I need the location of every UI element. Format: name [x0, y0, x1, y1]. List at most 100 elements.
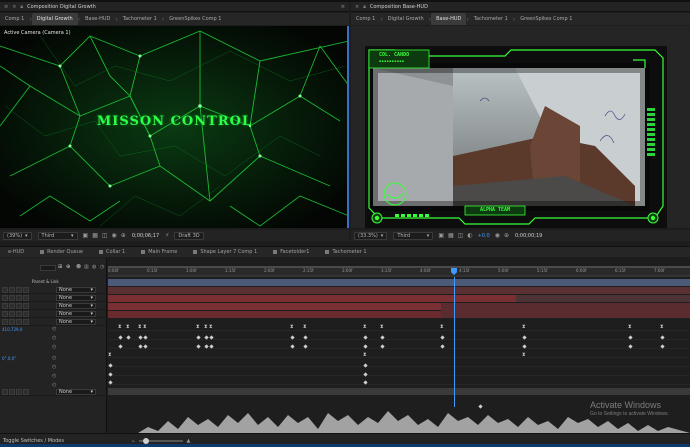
- layer-bar[interactable]: [108, 388, 690, 395]
- left-composition-viewer[interactable]: Active Camera (Camera 1) MISSON CONTROL: [0, 26, 349, 228]
- tab-greenspikes[interactable]: GreenSpikes Comp 1: [515, 13, 577, 25]
- close-icon[interactable]: ×: [12, 4, 16, 10]
- region-icon[interactable]: ▣: [83, 232, 89, 239]
- mask-icon[interactable]: ◫: [102, 232, 108, 239]
- transparency-grid-icon[interactable]: ▦: [92, 232, 98, 239]
- lock-icon[interactable]: 🔒︎: [20, 4, 23, 10]
- draft-3d-icon[interactable]: ⊕: [66, 264, 70, 270]
- keyframe[interactable]: ⧗: [628, 325, 632, 330]
- tab-digital-growth[interactable]: Digital Growth: [383, 13, 429, 25]
- menu-icon[interactable]: ≡: [4, 4, 8, 10]
- keyframe[interactable]: ⧗: [363, 325, 367, 330]
- tab-facetolder1[interactable]: Facetolder1: [265, 249, 317, 255]
- keyframe[interactable]: ⧗: [138, 325, 142, 330]
- shy-icon[interactable]: ☻: [76, 264, 81, 270]
- resolution-dropdown[interactable]: Third ▾: [393, 231, 434, 240]
- left-timecode[interactable]: 0;00;06;17: [132, 233, 159, 239]
- parent-dropdown[interactable]: None ▾: [56, 310, 96, 317]
- slider-thumb[interactable]: [142, 437, 149, 444]
- tab-tachometer-1[interactable]: Tachometer 1: [118, 13, 162, 25]
- layer-row[interactable]: None ▾: [0, 318, 107, 326]
- stopwatch-icon[interactable]: ◴: [52, 335, 56, 341]
- zoom-in-icon[interactable]: ▲: [187, 438, 191, 444]
- timeline-search[interactable]: [40, 265, 56, 271]
- parent-dropdown[interactable]: None ▾: [56, 286, 96, 293]
- layer-row[interactable]: None ▾: [0, 286, 107, 294]
- parent-dropdown[interactable]: None ▾: [56, 302, 96, 309]
- rotation-value[interactable]: 0°,0,0°: [2, 356, 16, 361]
- keyframe[interactable]: ⧗: [522, 353, 526, 358]
- tab-base-hud[interactable]: Base-HUD: [80, 13, 115, 25]
- tab-base-hud-timeline[interactable]: e-HUD: [0, 249, 32, 255]
- tab-greenspikes[interactable]: GreenSpikes Comp 1: [164, 13, 226, 25]
- keyframe[interactable]: ⧗: [380, 325, 384, 330]
- tab-base-hud[interactable]: Base-HUD: [431, 13, 467, 25]
- layer-row[interactable]: None ▾: [0, 310, 107, 318]
- stopwatch-icon[interactable]: ◴: [52, 326, 56, 332]
- keyframe[interactable]: ⧗: [522, 325, 526, 330]
- playhead-line[interactable]: [454, 277, 455, 407]
- tab-digital-growth[interactable]: Digital Growth: [31, 13, 78, 25]
- region-icon[interactable]: ▣: [438, 232, 444, 239]
- zoom-dropdown[interactable]: (39%) ▾: [3, 231, 32, 240]
- renderer-dropdown[interactable]: Draft 3D: [174, 231, 204, 240]
- keyframe[interactable]: ⧗: [126, 325, 130, 330]
- right-composition-viewer[interactable]: COL. CANDO ▪▪▪▪▪▪▪▪▪▪ ALPHA TEAM: [351, 26, 690, 228]
- tab-tachometer-1-timeline[interactable]: Tachometer 1: [317, 249, 374, 255]
- position-value[interactable]: 410,729,0: [2, 327, 22, 332]
- stopwatch-icon[interactable]: ◴: [52, 364, 56, 370]
- keyframe[interactable]: ⧗: [204, 325, 208, 330]
- lock-icon[interactable]: 🔒︎: [363, 4, 366, 10]
- keyframe[interactable]: ⧗: [118, 325, 122, 330]
- comp-flowchart-icon[interactable]: ⊞: [58, 264, 62, 270]
- layer-row[interactable]: None ▾: [0, 302, 107, 310]
- keyframe[interactable]: ⧗: [196, 325, 200, 330]
- layer-bar[interactable]: [108, 279, 690, 286]
- show-channel-icon[interactable]: ⊕: [121, 232, 126, 239]
- graph-editor-icon[interactable]: ◷: [100, 264, 104, 270]
- tab-tachometer-1[interactable]: Tachometer 1: [469, 13, 513, 25]
- frame-blend-icon[interactable]: ▥: [84, 264, 89, 270]
- parent-dropdown[interactable]: None ▾: [56, 318, 96, 325]
- keyframe[interactable]: ⧗: [303, 325, 307, 330]
- camera-snapshot-icon[interactable]: ◉: [495, 232, 500, 239]
- parent-dropdown[interactable]: None ▾: [56, 388, 96, 395]
- color-management-icon[interactable]: ◐: [467, 232, 472, 239]
- right-timecode[interactable]: 0;00;00;19: [515, 233, 542, 239]
- fast-preview-icon[interactable]: ⚡︎: [165, 232, 169, 239]
- transparency-grid-icon[interactable]: ▦: [448, 232, 454, 239]
- keyframe[interactable]: ⧗: [108, 353, 112, 358]
- layer-row[interactable]: None ▾: [0, 388, 107, 396]
- toggle-switches-modes[interactable]: Toggle Switches / Modes: [3, 438, 64, 444]
- timeline-zoom-slider[interactable]: [138, 437, 183, 444]
- close-icon[interactable]: ×: [355, 4, 359, 10]
- tab-main-frame[interactable]: Main Frame: [133, 249, 185, 255]
- zoom-dropdown[interactable]: (33.3%) ▾: [354, 231, 388, 240]
- keyframe[interactable]: ⧗: [290, 325, 294, 330]
- stopwatch-icon[interactable]: ◴: [52, 344, 56, 350]
- mask-icon[interactable]: ◫: [458, 232, 464, 239]
- stopwatch-icon[interactable]: ◴: [52, 355, 56, 361]
- layer-row[interactable]: None ▾: [0, 294, 107, 302]
- zoom-out-icon[interactable]: ▵: [132, 438, 135, 444]
- show-channel-icon[interactable]: ⊕: [504, 232, 509, 239]
- camera-snapshot-icon[interactable]: ◉: [112, 232, 117, 239]
- keyframe[interactable]: ⧗: [209, 325, 213, 330]
- stopwatch-icon[interactable]: ◴: [52, 373, 56, 379]
- keyframe[interactable]: ⧗: [660, 325, 664, 330]
- tab-comp-1[interactable]: Comp 1: [0, 13, 29, 25]
- motion-blur-icon[interactable]: ◍: [92, 264, 96, 270]
- tab-render-queue[interactable]: Render Queue: [32, 249, 91, 255]
- layer-bar[interactable]: [108, 287, 690, 294]
- parent-dropdown[interactable]: None ▾: [56, 294, 96, 301]
- tab-collar-1[interactable]: Collar 1: [91, 249, 133, 255]
- exposure-value[interactable]: +0.0: [478, 233, 490, 239]
- resolution-dropdown[interactable]: Third ▾: [37, 231, 78, 240]
- keyframe[interactable]: ⧗: [363, 353, 367, 358]
- panel-menu-icon[interactable]: ≡: [341, 4, 345, 10]
- keyframe[interactable]: ⧗: [440, 325, 444, 330]
- keyframe[interactable]: ⧗: [143, 325, 147, 330]
- tab-shape-layer-7[interactable]: Shape Layer 7 Comp 1: [185, 249, 265, 255]
- tab-comp-1[interactable]: Comp 1: [351, 13, 380, 25]
- layer-bar[interactable]: [108, 295, 518, 302]
